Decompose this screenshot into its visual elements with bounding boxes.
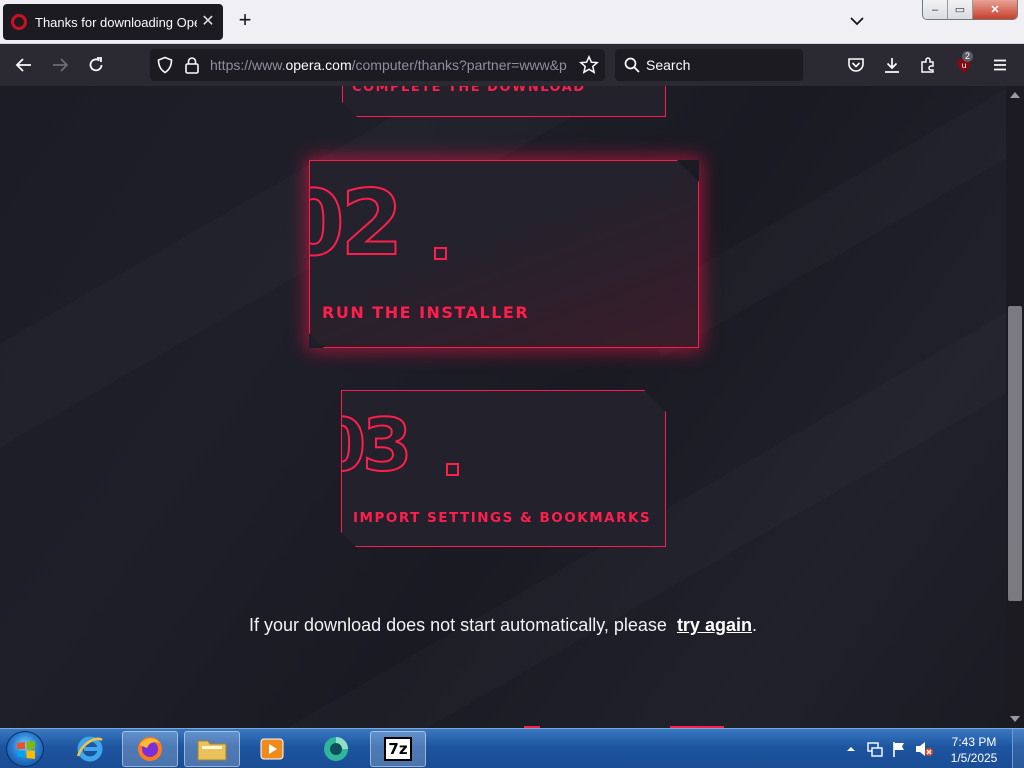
media-player-icon — [260, 738, 284, 760]
url-text: https://www.opera.com/computer/thanks?pa… — [210, 57, 570, 73]
step-3-dot — [446, 463, 459, 476]
retry-period: . — [751, 615, 757, 635]
tab-close-icon[interactable]: ✕ — [201, 14, 215, 30]
step-2-dot — [434, 247, 447, 260]
close-window-button[interactable]: ✕ — [973, 0, 1017, 19]
downloads-button[interactable] — [880, 53, 904, 77]
green-circle-app-icon — [324, 737, 348, 761]
puzzle-piece-icon — [921, 57, 934, 73]
scroll-up-arrow-icon[interactable] — [1010, 92, 1020, 98]
windows-taskbar: 7z 7:43 PM 1/5/2025 — [0, 728, 1024, 768]
extension-badge-count: 2 — [962, 51, 974, 62]
clock-date: 1/5/2025 — [950, 751, 998, 765]
address-bar[interactable]: https://www.opera.com/computer/thanks?pa… — [150, 49, 605, 81]
step-1-card: COMPLETE THE DOWNLOAD — [342, 86, 666, 117]
forward-arrow-icon — [53, 58, 69, 72]
taskbar-screen-app[interactable] — [308, 731, 364, 767]
retry-message-text: If your download does not start automati… — [249, 615, 667, 635]
tracking-protection-shield-icon[interactable] — [156, 56, 174, 74]
bookmark-star-icon[interactable] — [579, 55, 599, 75]
navigation-toolbar: https://www.opera.com/computer/thanks?pa… — [0, 44, 1024, 86]
window-controls: – ▭ ✕ — [922, 0, 1018, 20]
minimize-button[interactable]: – — [923, 0, 948, 19]
scroll-down-arrow-icon[interactable] — [1010, 716, 1020, 722]
windows-logo-icon — [17, 741, 35, 759]
pocket-button[interactable] — [844, 53, 868, 77]
taskbar-media-player[interactable] — [244, 731, 300, 767]
maximize-button[interactable]: ▭ — [948, 0, 973, 19]
url-path: /computer/thanks?partner=www&p — [351, 57, 567, 73]
search-icon — [624, 57, 640, 73]
volume-muted-icon[interactable] — [914, 740, 934, 758]
folder-icon — [197, 740, 227, 761]
scrollbar-thumb[interactable] — [1008, 306, 1022, 601]
step-3-number: 03 — [316, 403, 409, 487]
show-desktop-button[interactable] — [1012, 729, 1024, 768]
hamburger-menu-icon — [994, 59, 1006, 71]
internet-explorer-icon — [76, 736, 103, 762]
7zip-icon: 7z — [384, 737, 412, 761]
extensions-button[interactable] — [916, 53, 940, 77]
start-button[interactable] — [6, 731, 44, 767]
url-prefix: https://www. — [210, 57, 286, 73]
search-placeholder: Search — [646, 57, 691, 73]
download-icon — [885, 58, 899, 73]
list-all-tabs-chevron-icon[interactable] — [848, 12, 866, 30]
reload-button[interactable] — [84, 53, 108, 77]
back-arrow-icon — [15, 58, 31, 72]
page-content: COMPLETE THE DOWNLOAD 02 RUN THE INSTALL… — [0, 86, 1006, 728]
app-menu-button[interactable] — [988, 53, 1012, 77]
show-hidden-icons-arrow-icon[interactable] — [846, 744, 856, 754]
opera-favicon-icon — [11, 14, 27, 30]
taskbar-firefox[interactable] — [122, 731, 178, 767]
taskbar-internet-explorer[interactable] — [62, 731, 118, 767]
step-2-label: RUN THE INSTALLER — [322, 303, 530, 322]
browser-title-bar: Thanks for downloading Opera ✕ + – ▭ ✕ — [0, 0, 1024, 44]
search-input[interactable]: Search — [615, 49, 803, 81]
clock-time: 7:43 PM — [951, 735, 997, 749]
url-domain: opera.com — [285, 57, 352, 73]
step-2-card: 02 RUN THE INSTALLER — [309, 160, 699, 348]
tab-title: Thanks for downloading Opera — [35, 14, 197, 30]
firefox-icon — [138, 737, 162, 761]
system-clock[interactable]: 7:43 PM 1/5/2025 — [944, 734, 1004, 766]
page-scrollbar[interactable] — [1006, 86, 1024, 728]
download-retry-message: If your download does not start automati… — [0, 615, 1006, 636]
taskbar-7zip[interactable]: 7z — [370, 731, 426, 767]
new-tab-button[interactable]: + — [234, 9, 256, 32]
step-3-card: 03 IMPORT SETTINGS & BOOKMARKS — [341, 390, 666, 547]
step-1-label: COMPLETE THE DOWNLOAD — [352, 86, 586, 95]
action-center-flag-icon[interactable] — [891, 740, 907, 758]
svg-text:u: u — [961, 61, 966, 70]
pocket-icon — [848, 58, 864, 72]
step-3-label: IMPORT SETTINGS & BOOKMARKS — [353, 510, 652, 526]
reload-icon — [89, 57, 103, 72]
network-icon[interactable] — [866, 740, 884, 758]
back-button[interactable] — [12, 53, 36, 77]
tab-opera-thanks[interactable]: Thanks for downloading Opera ✕ — [3, 4, 223, 40]
lock-icon[interactable] — [184, 56, 200, 74]
try-again-link[interactable]: try again — [677, 615, 752, 635]
forward-button[interactable] — [48, 53, 72, 77]
taskbar-file-explorer[interactable] — [184, 731, 240, 767]
